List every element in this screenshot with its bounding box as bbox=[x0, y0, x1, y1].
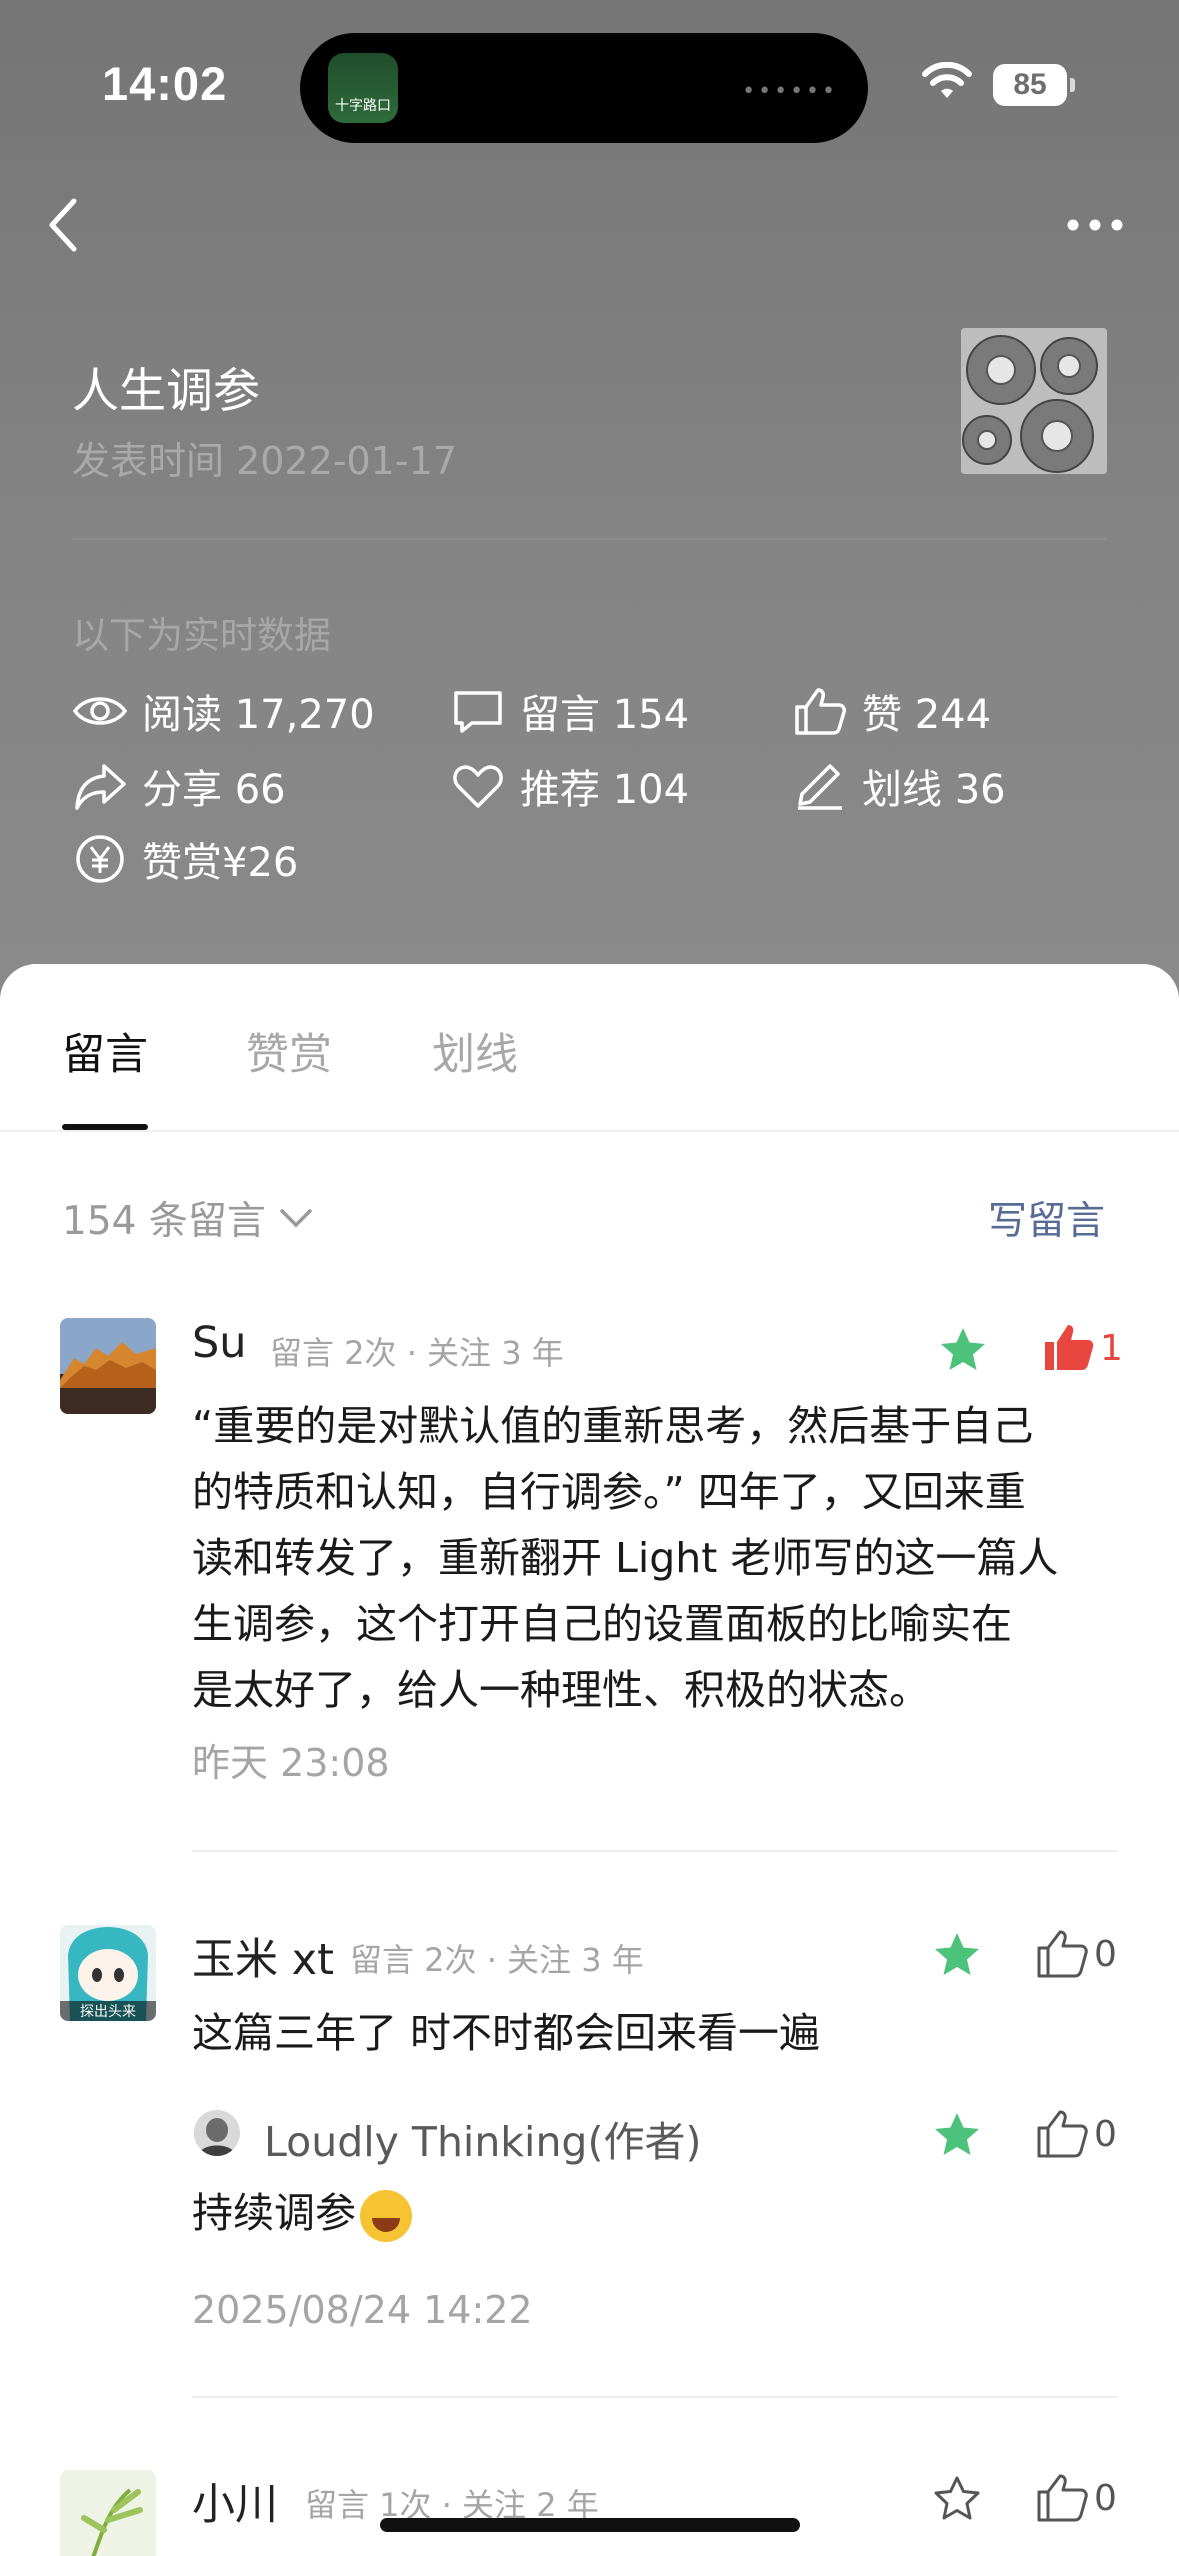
chevron-down-icon bbox=[280, 1209, 312, 1228]
like-count: 0 bbox=[1094, 2113, 1117, 2155]
author-reply-name[interactable]: Loudly Thinking(作者) bbox=[264, 2108, 701, 2168]
comment-divider bbox=[192, 1850, 1117, 1852]
commenter-name[interactable]: 小川 bbox=[192, 2470, 278, 2532]
wifi-icon bbox=[922, 62, 972, 98]
tab-comments[interactable]: 留言 bbox=[62, 1020, 148, 1082]
comment-text-line: 的特质和认知，自行调参。” 四年了，又回来重 bbox=[192, 1468, 1026, 1516]
avatar[interactable] bbox=[60, 1318, 156, 1414]
avatar[interactable] bbox=[60, 2470, 156, 2556]
stat-highlights-label: 划线 36 bbox=[862, 767, 1006, 813]
like-button[interactable]: 0 bbox=[1036, 2108, 1117, 2160]
comment-time: 昨天 23:08 bbox=[192, 1741, 390, 1785]
like-button[interactable]: 1 bbox=[1042, 1322, 1123, 1374]
like-button[interactable]: 0 bbox=[1036, 2472, 1117, 2524]
laughing-emoji-icon bbox=[360, 2190, 412, 2242]
tab-tips[interactable]: 赞赏 bbox=[246, 1020, 332, 1082]
battery-indicator: 85 bbox=[993, 64, 1075, 106]
stat-shares-label: 分享 66 bbox=[142, 767, 286, 813]
stat-recommend: 推荐 104 bbox=[450, 757, 689, 815]
comment-text-line: 生调参，这个打开自己的设置面板的比喻实在 bbox=[192, 1600, 1012, 1648]
comment-icon bbox=[454, 691, 502, 733]
stat-tips-label: 赞赏¥26 bbox=[142, 840, 299, 886]
star-icon[interactable] bbox=[932, 1930, 982, 1980]
comment-text-line: 读和转发了，重新翻开 Light 老师写的这一篇人 bbox=[192, 1534, 1059, 1582]
stat-comments: 留言 154 bbox=[450, 682, 689, 740]
yen-coin-icon bbox=[76, 835, 124, 883]
thumbs-up-icon bbox=[1037, 1930, 1088, 1978]
tab-highlights[interactable]: 划线 bbox=[432, 1020, 518, 1082]
heart-icon bbox=[453, 765, 503, 808]
comment-text-line: “重要的是对默认值的重新思考，然后基于自己 bbox=[192, 1402, 1034, 1450]
comment-count-label: 154 条留言 bbox=[62, 1199, 266, 1244]
commenter-meta: 留言 2次 · 关注 3 年 bbox=[350, 1941, 644, 1979]
stat-shares: 分享 66 bbox=[72, 757, 286, 815]
realtime-data-label: 以下为实时数据 bbox=[72, 614, 331, 657]
eye-icon bbox=[72, 697, 128, 725]
author-avatar[interactable] bbox=[194, 2110, 240, 2156]
commenter-name[interactable]: 玉米 xt bbox=[192, 1925, 334, 1987]
stat-highlights: 划线 36 bbox=[792, 757, 1006, 815]
stat-read-label: 阅读 17,270 bbox=[142, 692, 375, 738]
stat-likes: 赞 244 bbox=[792, 682, 991, 740]
status-time: 14:02 bbox=[102, 57, 228, 110]
avatar[interactable]: 探出头来 bbox=[60, 1925, 156, 2021]
like-count: 1 bbox=[1100, 1327, 1123, 1369]
tabs-divider bbox=[0, 1130, 1179, 1132]
commenter-name[interactable]: Su bbox=[192, 1318, 247, 1368]
like-count: 0 bbox=[1094, 2477, 1117, 2519]
avatar-caption: 探出头来 bbox=[80, 2004, 136, 2020]
article-title: 人生调参 bbox=[72, 364, 260, 419]
home-indicator[interactable] bbox=[380, 2518, 800, 2532]
stat-read: 阅读 17,270 bbox=[72, 682, 375, 740]
comment-text: 这篇三年了 时不时都会回来看一遍 bbox=[192, 2009, 821, 2057]
pen-icon bbox=[798, 764, 842, 810]
island-app-icon: 十字路口 bbox=[328, 53, 398, 123]
write-comment-button[interactable]: 写留言 bbox=[988, 1190, 1105, 1246]
more-options-button[interactable] bbox=[1065, 210, 1125, 240]
like-count: 0 bbox=[1094, 1933, 1117, 1975]
comment-divider bbox=[192, 2396, 1117, 2398]
commenter-meta: 留言 2次 · 关注 3 年 bbox=[270, 1334, 564, 1372]
thumbs-up-filled-icon bbox=[1045, 1325, 1094, 1370]
stat-tips: 赞赏¥26 bbox=[72, 830, 298, 888]
article-cover-image bbox=[961, 328, 1107, 474]
stat-likes-label: 赞 244 bbox=[862, 692, 992, 738]
star-icon[interactable] bbox=[938, 1325, 988, 1375]
article-date: 发表时间 2022-01-17 bbox=[72, 439, 457, 483]
thumbs-up-icon bbox=[1037, 2474, 1088, 2522]
thumbs-up-icon bbox=[795, 688, 846, 735]
share-icon bbox=[75, 764, 126, 810]
comment-count-dropdown[interactable]: 154 条留言 bbox=[62, 1190, 314, 1246]
back-button[interactable] bbox=[40, 195, 90, 255]
header-divider bbox=[72, 538, 1107, 540]
island-activity-icon: •••••• bbox=[742, 79, 838, 104]
comment-time: 2025/08/24 14:22 bbox=[192, 2288, 533, 2332]
comment-text-line: 是太好了，给人一种理性、积极的状态。 bbox=[192, 1666, 930, 1714]
author-reply-text: 持续调参 bbox=[192, 2180, 412, 2246]
dynamic-island: 十字路口 •••••• bbox=[300, 33, 868, 143]
thumbs-up-icon bbox=[1037, 2110, 1088, 2158]
star-outline-icon[interactable] bbox=[932, 2474, 982, 2524]
star-icon[interactable] bbox=[932, 2110, 982, 2160]
like-button[interactable]: 0 bbox=[1036, 1928, 1117, 1980]
stat-comments-label: 留言 154 bbox=[520, 692, 690, 738]
stat-recommend-label: 推荐 104 bbox=[520, 767, 690, 813]
author-reply-text-content: 持续调参 bbox=[192, 2189, 356, 2237]
